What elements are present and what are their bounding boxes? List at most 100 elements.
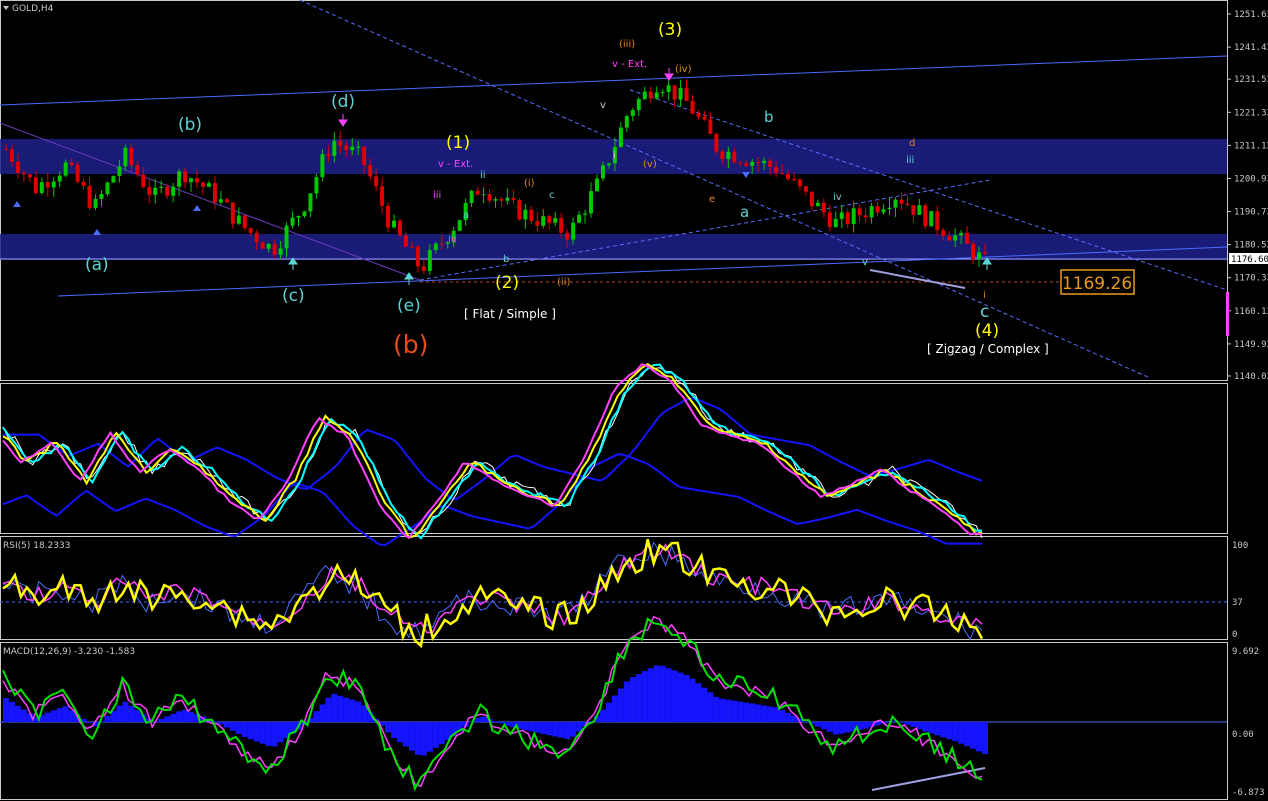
- macd-histogram-bar: [44, 712, 51, 722]
- candle-body: [344, 145, 349, 151]
- candle-body: [523, 209, 528, 220]
- minor-wave-label: (v): [643, 159, 657, 170]
- candle-body: [409, 246, 414, 248]
- macd-histogram-bar: [116, 705, 123, 722]
- candle-body: [636, 99, 641, 111]
- candle-body: [398, 220, 402, 236]
- price-axis-tick-label: 1140.03: [1234, 372, 1268, 382]
- minor-wave-label: ii: [480, 170, 486, 181]
- macd-histogram-bar: [689, 678, 696, 722]
- candle-body: [577, 214, 582, 223]
- macd-histogram-bar: [247, 722, 254, 740]
- macd-histogram-bar: [432, 722, 439, 748]
- macd-histogram-bar: [653, 665, 660, 722]
- candle-body: [117, 166, 122, 177]
- zigzag-complex-note: [ Zigzag / Complex ]: [927, 342, 1049, 356]
- candle-body: [338, 140, 343, 146]
- macd-histogram-bar: [725, 699, 732, 722]
- macd-tick-zero: 0.00: [1232, 730, 1254, 740]
- v-ext-label-3: v - Ext.: [612, 59, 647, 70]
- candle-body: [815, 202, 820, 207]
- macd-histogram-bar: [641, 671, 648, 722]
- candle-body: [863, 215, 868, 218]
- candle-body: [224, 199, 229, 203]
- candle-body: [708, 119, 713, 134]
- candle-body: [857, 208, 862, 216]
- macd-histogram-bar: [802, 721, 809, 722]
- candle-body: [57, 175, 62, 182]
- candle-body: [589, 191, 593, 214]
- candle-body: [21, 172, 26, 175]
- macd-histogram-bar: [522, 722, 529, 731]
- candle-body: [433, 243, 438, 250]
- macd-tick-high: 9.692: [1232, 647, 1259, 657]
- candle-body: [654, 92, 659, 99]
- macd-histogram-bar: [414, 722, 421, 755]
- chevron-down-icon[interactable]: [3, 6, 9, 10]
- macd-histogram-bar: [832, 722, 839, 735]
- candle-body: [774, 166, 779, 173]
- candle-body: [386, 205, 391, 228]
- candle-body: [284, 225, 289, 249]
- candle-body: [469, 190, 474, 203]
- wave-c-cyan: (c): [282, 286, 305, 306]
- minor-wave-label: iv: [448, 234, 457, 245]
- macd-histogram-bar: [976, 722, 983, 752]
- candle-body: [499, 199, 504, 201]
- candle-body: [792, 179, 796, 181]
- price-axis-tick-label: 1170.33: [1234, 274, 1268, 284]
- candle-body: [9, 149, 14, 162]
- candle-body: [260, 242, 265, 249]
- price-axis-tick-label: 1149.93: [1234, 340, 1268, 350]
- wave-a-small: a: [740, 203, 749, 221]
- wave-b-big: (b): [393, 330, 428, 359]
- macd-histogram-bar: [820, 722, 827, 730]
- candle-body: [81, 181, 86, 186]
- rsi-line: [2, 538, 984, 649]
- v-ext-label-1: v - Ext.: [438, 159, 473, 170]
- candle-body: [290, 217, 295, 226]
- candle-body: [899, 199, 904, 204]
- macd-histogram-bar: [349, 699, 356, 722]
- band-yellow: [2, 363, 983, 539]
- candle-body: [350, 146, 355, 151]
- macd-histogram-bar: [934, 722, 941, 736]
- macd-histogram-bar: [874, 722, 881, 726]
- candle-body: [535, 220, 540, 226]
- macd-line: [2, 617, 983, 792]
- price-axis-tick-label: 1251.63: [1234, 10, 1268, 20]
- price-axis-tick-label: 1211.13: [1234, 141, 1268, 151]
- macd-histogram-bar: [683, 674, 690, 722]
- candle-body: [684, 88, 689, 101]
- candle-body: [326, 154, 331, 156]
- candle-body: [905, 203, 910, 206]
- wave-a-cyan: (a): [85, 255, 109, 275]
- candle-body: [206, 183, 211, 187]
- candle-body: [571, 222, 576, 240]
- macd-histogram-bar: [707, 692, 714, 722]
- chart-canvas[interactable]: 1251.63 1241.43 1231.53 1221.33 1211.13 1200.…: [0, 0, 1268, 801]
- macd-histogram-bar: [128, 705, 135, 722]
- wave-b-cyan: (b): [178, 115, 202, 135]
- candle-body: [666, 85, 671, 92]
- macd-histogram-bar: [104, 716, 111, 722]
- macd-histogram-bar: [122, 701, 129, 722]
- macd-histogram-bar: [20, 709, 27, 722]
- minor-wave-label: i: [983, 290, 986, 301]
- candle-body: [780, 172, 785, 174]
- candle-body: [547, 216, 552, 223]
- candle-body: [642, 91, 647, 100]
- macd-histogram-bar: [397, 722, 403, 743]
- macd-histogram-bar: [940, 722, 947, 738]
- price-axis-tick-label: 1231.53: [1234, 75, 1268, 85]
- macd-histogram-bar: [182, 709, 189, 722]
- band-mid-white: [2, 367, 983, 539]
- macd-histogram-bar: [331, 693, 338, 722]
- candle-body: [368, 164, 373, 177]
- macd-histogram-bar: [970, 722, 977, 749]
- rsi-signal-blue: [2, 541, 983, 641]
- candle-body: [839, 212, 844, 219]
- candle-body: [881, 209, 886, 213]
- candle-body: [696, 113, 701, 117]
- candle-body: [511, 197, 516, 201]
